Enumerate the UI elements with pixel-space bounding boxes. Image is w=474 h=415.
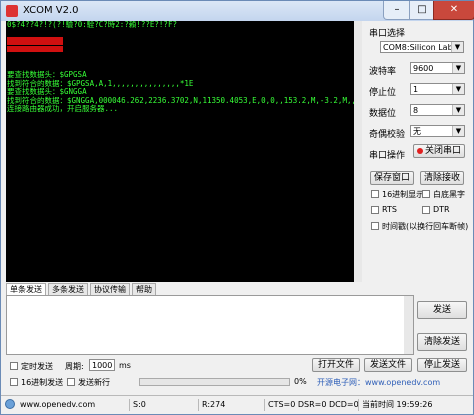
send-input[interactable] xyxy=(6,295,414,355)
status-sent: S:0 xyxy=(129,399,193,411)
close-port-button[interactable]: 关闭串口 xyxy=(413,144,465,158)
status-bar: www.openedv.com S:0 R:274 CTS=0 DSR=0 DC… xyxy=(1,395,473,414)
stop-send-button[interactable]: 停止发送 xyxy=(417,358,467,372)
period-unit: ms xyxy=(119,361,131,370)
open-file-button[interactable]: 打开文件 xyxy=(312,358,360,372)
stopbits-select[interactable]: 1 ▼ xyxy=(410,83,465,95)
console-line: 0$?4??4?!?(?!驗?0:駩?C?時2:?賴!??E?!?F? xyxy=(7,21,177,29)
console-scrollbar[interactable] xyxy=(354,21,362,282)
timestamp-label: 时间戳(以换行回车断帧) xyxy=(382,222,469,231)
progress-percent: 0% xyxy=(294,377,307,386)
baud-value: 9600 xyxy=(413,64,434,73)
white-black-checkbox[interactable] xyxy=(422,190,430,198)
tab-multi-send[interactable]: 多条发送 xyxy=(48,283,88,295)
databits-value: 8 xyxy=(413,106,419,115)
close-button[interactable]: ✕ xyxy=(433,1,474,20)
port-select[interactable]: COM8:Silicon Labs CP2▼ xyxy=(380,41,464,53)
rts-label: RTS xyxy=(382,205,397,214)
minimize-button[interactable]: – xyxy=(383,1,411,20)
clear-send-button[interactable]: 清除发送 xyxy=(417,333,467,351)
app-icon xyxy=(6,5,18,17)
chevron-down-icon: ▼ xyxy=(452,126,464,136)
databits-select[interactable]: 8 ▼ xyxy=(410,104,465,116)
stopbits-label: 停止位 xyxy=(369,88,397,98)
tab-protocol[interactable]: 协议传输 xyxy=(90,283,130,295)
parity-label: 奇偶校验 xyxy=(369,130,406,140)
hex-send-label: 16进制发送 xyxy=(21,378,64,387)
newline-checkbox[interactable] xyxy=(67,378,75,386)
hex-display-label: 16进制显示 xyxy=(382,190,425,199)
stopbits-value: 1 xyxy=(413,85,419,94)
receive-console[interactable]: 0$?4??4?!?(?!驗?0:駩?C?時2:?賴!??E?!?F? 要查找数… xyxy=(6,21,362,282)
send-progress-bar xyxy=(139,378,290,386)
clear-receive-button[interactable]: 清除接收 xyxy=(420,171,464,185)
timestamp-checkbox[interactable] xyxy=(371,222,379,230)
dtr-label: DTR xyxy=(433,205,450,214)
send-file-button[interactable]: 发送文件 xyxy=(364,358,412,372)
databits-label: 数据位 xyxy=(369,109,397,119)
timed-send-checkbox[interactable] xyxy=(10,362,18,370)
hex-send-checkbox[interactable] xyxy=(10,378,18,386)
period-input[interactable]: 1000 xyxy=(89,359,115,371)
tab-help[interactable]: 帮助 xyxy=(132,283,156,295)
chevron-down-icon: ▼ xyxy=(452,105,464,115)
close-port-label: 关闭串口 xyxy=(424,146,461,156)
chevron-down-icon: ▼ xyxy=(452,63,464,73)
tab-single-send[interactable]: 单条发送 xyxy=(6,283,46,295)
gear-icon[interactable] xyxy=(5,399,15,409)
chevron-down-icon: ▼ xyxy=(451,42,463,52)
baud-label: 波特率 xyxy=(369,67,397,77)
redaction-mark xyxy=(7,46,63,52)
port-select-label: 串口选择 xyxy=(369,29,406,39)
brand-text: 开源电子网：www.openedv.com xyxy=(317,378,441,387)
maximize-button[interactable]: □ xyxy=(409,1,435,20)
baud-select[interactable]: 9600 ▼ xyxy=(410,62,465,74)
parity-value: 无 xyxy=(413,127,421,136)
dtr-checkbox[interactable] xyxy=(422,206,430,214)
rts-checkbox[interactable] xyxy=(371,206,379,214)
status-received: R:274 xyxy=(198,399,260,411)
port-op-label: 串口操作 xyxy=(369,151,406,161)
console-line: 连接路由器成功，开启服务器... xyxy=(7,104,119,114)
status-url[interactable]: www.openedv.com xyxy=(17,399,120,411)
parity-select[interactable]: 无 ▼ xyxy=(410,125,465,137)
chevron-down-icon: ▼ xyxy=(452,84,464,94)
save-window-button[interactable]: 保存窗口 xyxy=(370,171,414,185)
timed-send-label: 定时发送 xyxy=(21,362,53,371)
white-black-label: 白底黑字 xyxy=(433,190,465,199)
send-scrollbar[interactable] xyxy=(404,296,413,354)
send-button[interactable]: 发送 xyxy=(417,301,467,319)
redaction-mark xyxy=(7,37,63,45)
xcom-window: XCOM V2.0 – □ ✕ 0$?4??4?!?(?!驗?0:駩?C?時2:… xyxy=(0,0,474,415)
hex-display-checkbox[interactable] xyxy=(371,190,379,198)
status-time: 当前时间 19:59:26 xyxy=(358,399,472,411)
status-signals: CTS=0 DSR=0 DCD=0 xyxy=(264,399,359,411)
window-title: XCOM V2.0 xyxy=(23,5,79,16)
status-dot-icon xyxy=(416,147,423,154)
newline-label: 发送新行 xyxy=(78,378,110,387)
period-label: 周期: xyxy=(65,362,84,371)
title-bar: XCOM V2.0 – □ ✕ xyxy=(1,1,474,21)
